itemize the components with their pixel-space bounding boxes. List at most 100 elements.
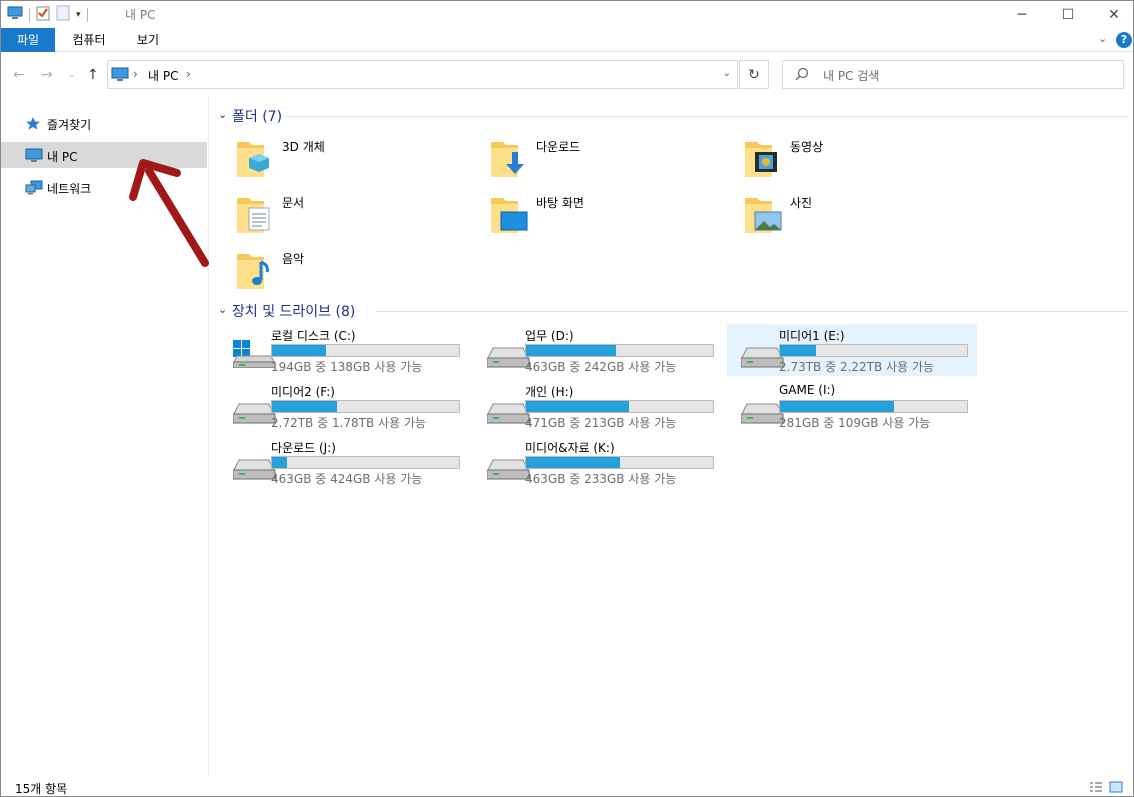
folder-tile-pictures[interactable]: 사진 xyxy=(723,188,973,240)
view-toggles xyxy=(1089,781,1123,796)
folder-tile-desktop[interactable]: 바탕 화면 xyxy=(469,188,719,240)
drive-usage-bar xyxy=(271,456,460,469)
properties-icon[interactable] xyxy=(36,5,50,24)
drive-free-space: 194GB 중 138GB 사용 가능 xyxy=(271,360,423,374)
drive-name: 개인 (H:) xyxy=(525,385,574,399)
drive-usage-bar xyxy=(779,344,968,357)
computer-icon xyxy=(111,66,129,85)
tab-file[interactable]: 파일 xyxy=(1,28,55,52)
drive-usage-fill xyxy=(780,401,895,412)
computer-icon[interactable] xyxy=(7,6,23,23)
drives-group-header[interactable]: ⌄ 장치 및 드라이브 (8) xyxy=(215,299,1129,323)
folder-tile-documents[interactable]: 문서 xyxy=(215,188,465,240)
quick-access-toolbar: ▾ xyxy=(7,5,88,24)
tab-view[interactable]: 보기 xyxy=(125,28,171,52)
drive-name: 미디어2 (F:) xyxy=(271,385,335,399)
drive-name: 업무 (D:) xyxy=(525,329,574,343)
drive-free-space: 463GB 중 424GB 사용 가능 xyxy=(271,472,423,486)
drive-name: 로컬 디스크 (C:) xyxy=(271,329,356,343)
drive-usage-bar xyxy=(525,344,714,357)
videos-icon xyxy=(743,138,785,183)
drive-usage-bar xyxy=(271,400,460,413)
drive-tile[interactable]: 미디어&자료 (K:) 463GB 중 233GB 사용 가능 xyxy=(473,436,723,488)
group-title: 장치 및 드라이브 (8) xyxy=(232,304,356,320)
divider xyxy=(285,116,1129,117)
folder-label: 바탕 화면 xyxy=(536,196,584,210)
downloads-icon xyxy=(489,138,531,183)
pictures-icon xyxy=(743,194,785,239)
documents-icon xyxy=(235,194,277,239)
annotation-arrow xyxy=(129,159,209,267)
drive-free-space: 471GB 중 213GB 사용 가능 xyxy=(525,416,677,430)
up-button[interactable]: ↑ xyxy=(87,67,99,83)
folder-tile-downloads[interactable]: 다운로드 xyxy=(469,132,719,184)
large-icons-view-icon[interactable] xyxy=(1109,781,1123,796)
drive-usage-bar xyxy=(525,400,714,413)
drive-name: GAME (I:) xyxy=(779,383,836,397)
refresh-button[interactable]: ↻ xyxy=(739,60,769,89)
folder-label: 동영상 xyxy=(790,140,824,154)
breadcrumb-separator[interactable]: › xyxy=(186,67,191,81)
content-pane: ⌄ 폴더 (7) 3D 개체 다운로드 동영상 문서 바탕 화면 사진 음악 ⌄… xyxy=(215,96,1129,776)
new-folder-icon[interactable] xyxy=(56,5,70,24)
folder-tile-videos[interactable]: 동영상 xyxy=(723,132,973,184)
3d-objects-icon xyxy=(235,138,277,183)
ribbon-tabs: 파일 컴퓨터 보기 ⌄ ? xyxy=(1,28,1133,52)
details-view-icon[interactable] xyxy=(1089,781,1103,796)
drive-name: 미디어1 (E:) xyxy=(779,329,845,343)
drive-usage-bar xyxy=(779,400,968,413)
nav-item-quick-access[interactable]: 즐겨찾기 xyxy=(1,110,207,136)
minimize-button[interactable]: ─ xyxy=(999,1,1045,28)
tab-computer[interactable]: 컴퓨터 xyxy=(61,28,117,52)
folder-label: 문서 xyxy=(282,196,305,210)
divider xyxy=(86,7,88,22)
status-bar: 15개 항목 xyxy=(1,777,1133,797)
folder-label: 사진 xyxy=(790,196,813,210)
folder-tile-music[interactable]: 음악 xyxy=(215,244,465,296)
forward-button[interactable]: → xyxy=(41,67,53,83)
drive-tile[interactable]: 업무 (D:) 463GB 중 242GB 사용 가능 xyxy=(473,324,723,376)
recent-locations-button[interactable]: ⌄ xyxy=(68,70,76,80)
divider xyxy=(375,311,1129,312)
drive-usage-fill xyxy=(526,401,629,412)
drive-free-space: 281GB 중 109GB 사용 가능 xyxy=(779,416,931,430)
search-box[interactable]: 내 PC 검색 xyxy=(782,60,1124,89)
close-button[interactable]: ✕ xyxy=(1091,1,1134,28)
divider xyxy=(29,7,30,22)
drive-free-space: 2.73TB 중 2.22TB 사용 가능 xyxy=(779,360,935,374)
folders-group-header[interactable]: ⌄ 폴더 (7) xyxy=(215,104,1129,128)
drive-tile[interactable]: 미디어1 (E:) 2.73TB 중 2.22TB 사용 가능 xyxy=(727,324,977,376)
customize-dropdown-icon[interactable]: ▾ xyxy=(76,10,81,20)
breadcrumb-separator[interactable]: › xyxy=(133,67,138,81)
drive-tile[interactable]: 다운로드 (J:) 463GB 중 424GB 사용 가능 xyxy=(219,436,469,488)
address-bar[interactable]: › 내 PC › ⌄ xyxy=(107,60,738,89)
star-icon xyxy=(25,116,41,133)
drive-usage-fill xyxy=(272,345,327,356)
search-placeholder: 내 PC 검색 xyxy=(823,69,880,83)
address-dropdown-icon[interactable]: ⌄ xyxy=(723,68,731,79)
folder-label: 음악 xyxy=(282,252,305,266)
drive-tile[interactable]: GAME (I:) 281GB 중 109GB 사용 가능 xyxy=(727,380,977,432)
breadcrumb-my-pc[interactable]: 내 PC xyxy=(148,67,178,84)
drive-tile[interactable]: 로컬 디스크 (C:) 194GB 중 138GB 사용 가능 xyxy=(219,324,469,376)
explorer-window: ▾ 내 PC ─ ☐ ✕ 파일 컴퓨터 보기 ⌄ ? ← → ⌄ ↑ › 내 P… xyxy=(0,0,1134,797)
network-icon xyxy=(25,180,43,198)
help-icon[interactable]: ? xyxy=(1116,32,1132,48)
item-count: 15개 항목 xyxy=(15,782,68,796)
search-icon xyxy=(795,67,809,84)
drive-free-space: 463GB 중 233GB 사용 가능 xyxy=(525,472,677,486)
drive-usage-bar xyxy=(525,456,714,469)
back-button[interactable]: ← xyxy=(13,67,25,83)
drive-tile[interactable]: 미디어2 (F:) 2.72TB 중 1.78TB 사용 가능 xyxy=(219,380,469,432)
music-icon xyxy=(235,250,277,295)
drive-tile[interactable]: 개인 (H:) 471GB 중 213GB 사용 가능 xyxy=(473,380,723,432)
chevron-down-icon: ⌄ xyxy=(218,108,228,121)
chevron-down-icon: ⌄ xyxy=(218,303,228,316)
drive-usage-fill xyxy=(272,401,338,412)
drive-usage-fill xyxy=(526,457,620,468)
expand-ribbon-icon[interactable]: ⌄ xyxy=(1098,32,1107,45)
group-title: 폴더 (7) xyxy=(232,109,283,125)
drive-name: 미디어&자료 (K:) xyxy=(525,441,615,455)
maximize-button[interactable]: ☐ xyxy=(1045,1,1091,28)
folder-tile-3d-objects[interactable]: 3D 개체 xyxy=(215,132,465,184)
